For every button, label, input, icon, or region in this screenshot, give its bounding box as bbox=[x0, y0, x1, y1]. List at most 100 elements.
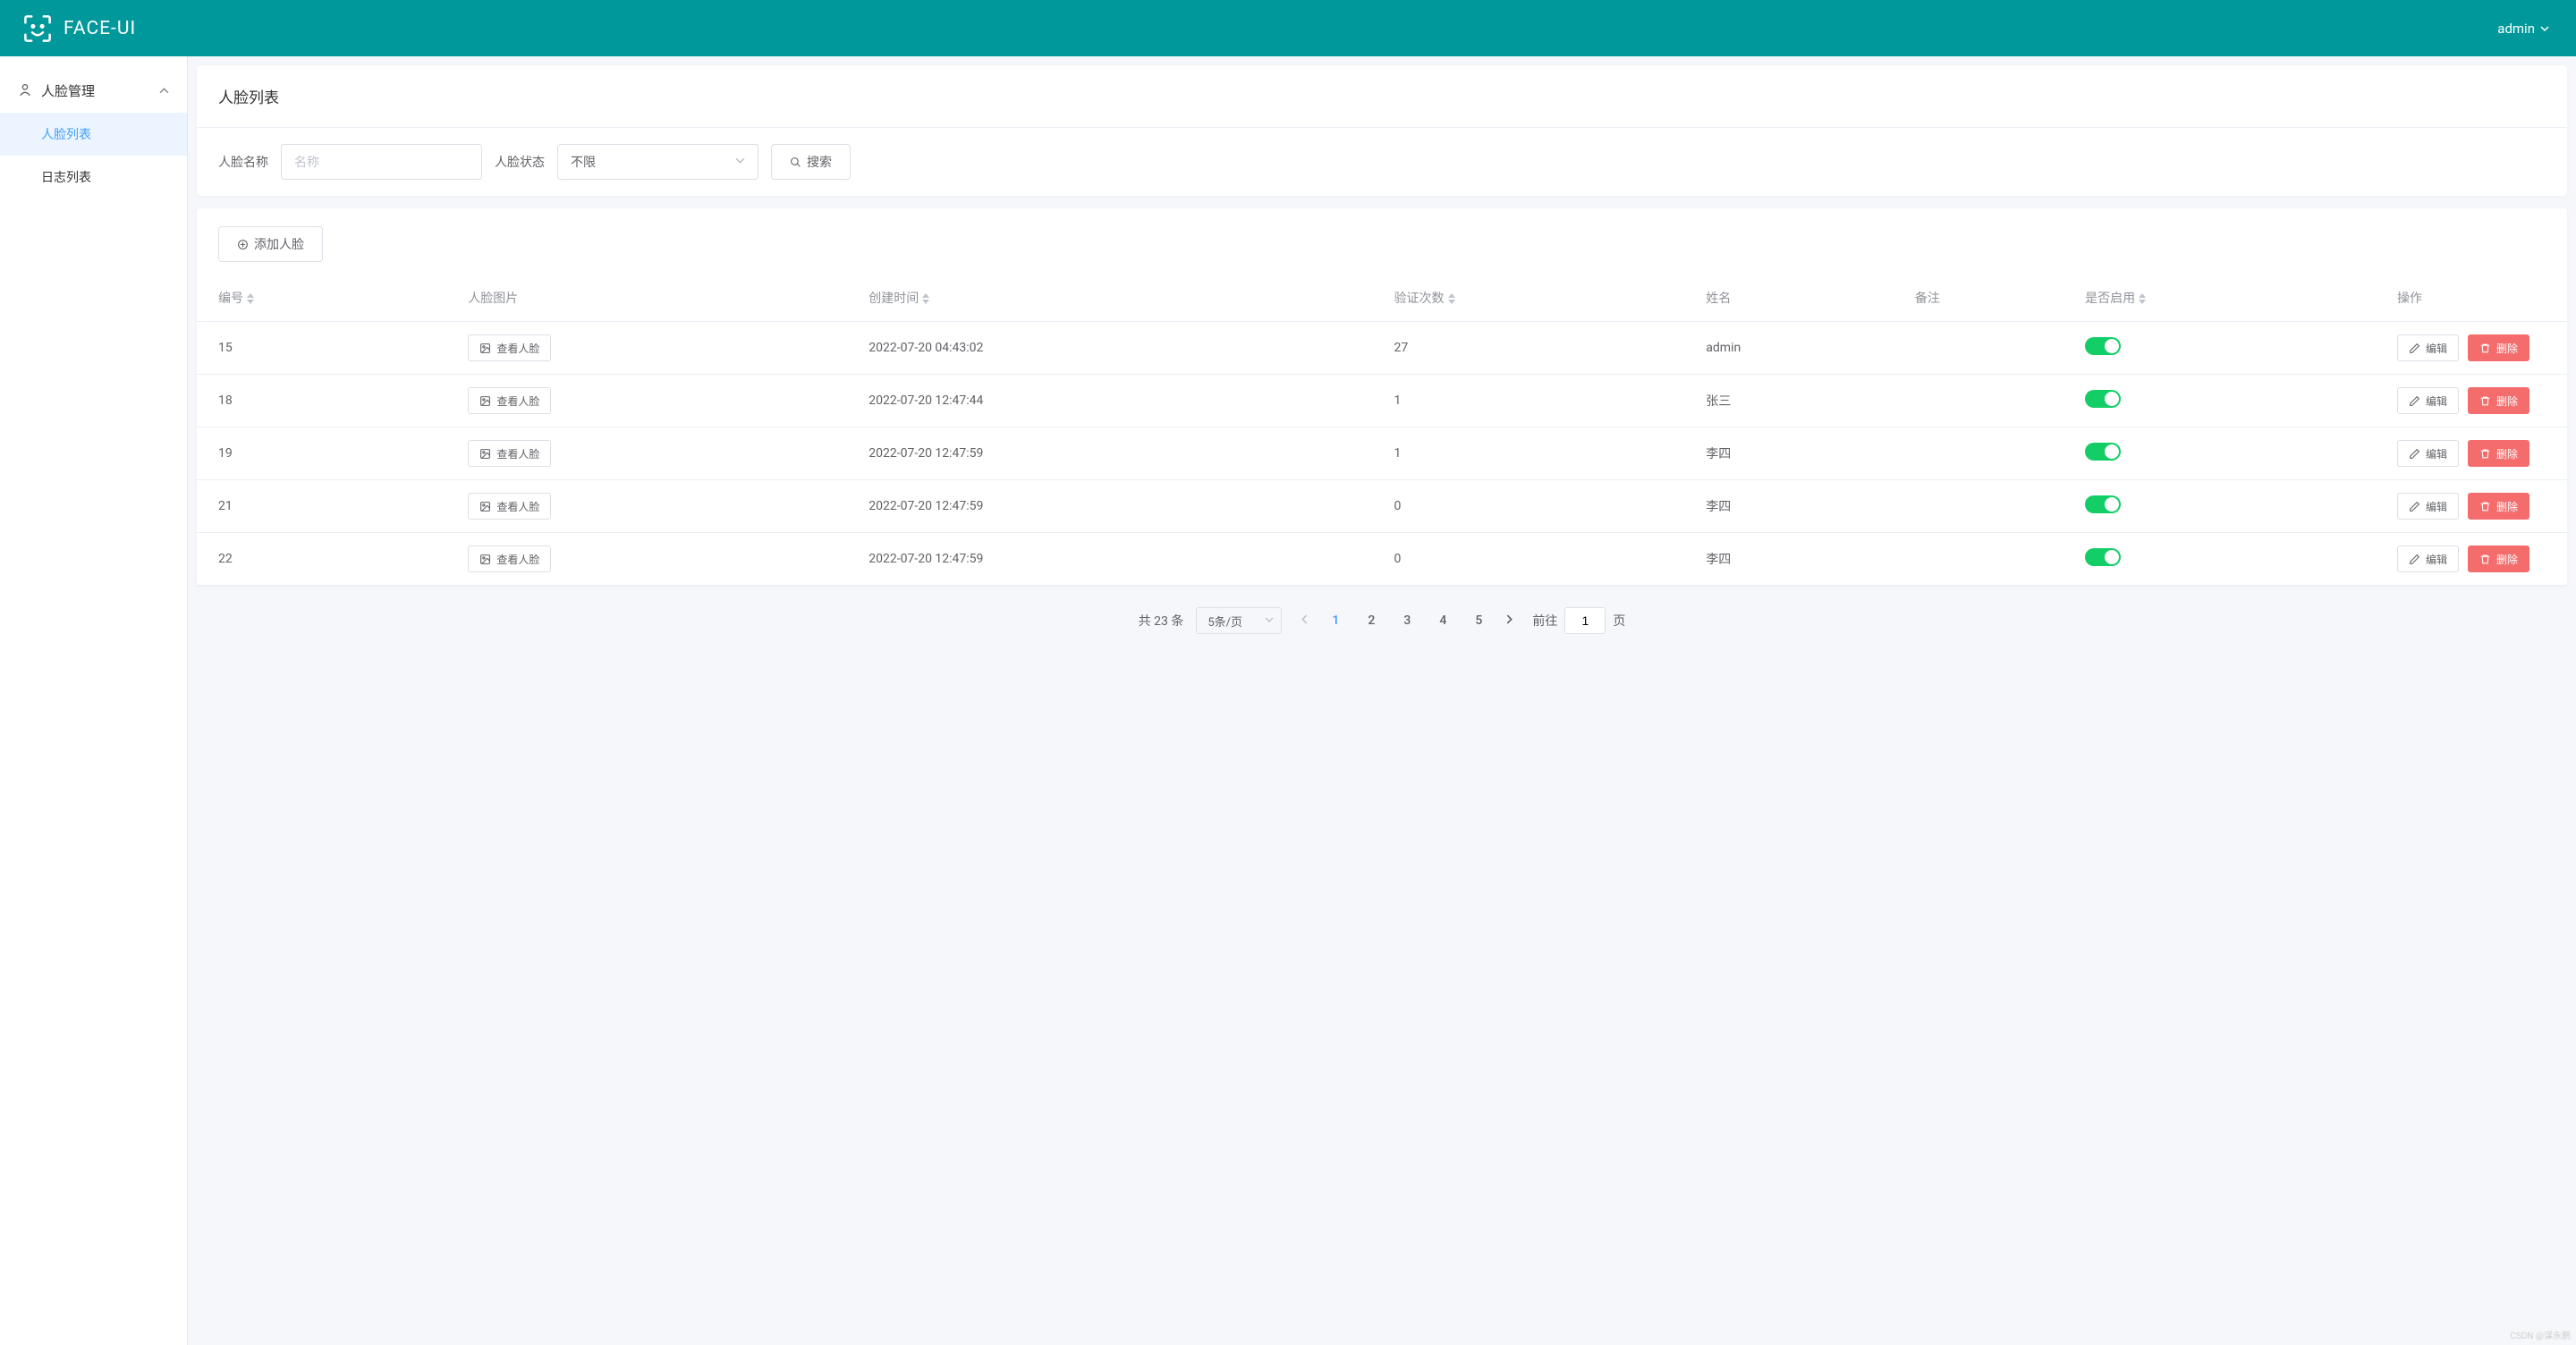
chevron-down-icon bbox=[735, 155, 745, 169]
user-name: admin bbox=[2497, 21, 2535, 37]
sidebar: 人脸管理 人脸列表 日志列表 bbox=[0, 56, 188, 1345]
goto-prefix: 前往 bbox=[1532, 612, 1557, 630]
view-face-button[interactable]: 查看人脸 bbox=[468, 493, 551, 520]
col-name: 姓名 bbox=[1697, 275, 1906, 322]
cell-remark bbox=[1906, 480, 2076, 533]
filter-status-label: 人脸状态 bbox=[495, 153, 545, 171]
cell-created: 2022-07-20 12:47:59 bbox=[860, 427, 1385, 480]
face-logo-icon bbox=[22, 13, 53, 44]
sort-icon bbox=[2139, 293, 2146, 304]
delete-button[interactable]: 删除 bbox=[2468, 440, 2529, 467]
page-number[interactable]: 2 bbox=[1363, 613, 1379, 628]
logo: FACE-UI bbox=[22, 13, 136, 44]
table-panel: 添加人脸 编号 人脸图片 创建时间 验证次数 姓名 备注 是否启用 操作 15 … bbox=[197, 208, 2567, 586]
goto-suffix: 页 bbox=[1613, 612, 1625, 630]
view-face-button[interactable]: 查看人脸 bbox=[468, 546, 551, 572]
page-prev[interactable] bbox=[1294, 613, 1315, 628]
enabled-toggle[interactable] bbox=[2085, 495, 2121, 513]
chevron-up-icon bbox=[159, 83, 169, 99]
page-size-select[interactable]: 5条/页 bbox=[1196, 607, 1282, 634]
col-enabled[interactable]: 是否启用 bbox=[2076, 275, 2388, 322]
cell-id: 21 bbox=[197, 480, 459, 533]
filter-status-select[interactable]: 不限 bbox=[557, 144, 758, 180]
cell-id: 18 bbox=[197, 375, 459, 427]
cell-verify-count: 0 bbox=[1385, 533, 1698, 586]
col-remark: 备注 bbox=[1906, 275, 2076, 322]
delete-button[interactable]: 删除 bbox=[2468, 546, 2529, 572]
search-button[interactable]: 搜索 bbox=[771, 144, 851, 180]
face-table: 编号 人脸图片 创建时间 验证次数 姓名 备注 是否启用 操作 15 查看人脸2… bbox=[197, 275, 2567, 586]
page-number[interactable]: 5 bbox=[1470, 613, 1487, 628]
watermark: CSDN @谋永鹏 bbox=[2510, 1328, 2571, 1341]
goto-input[interactable] bbox=[1564, 607, 1606, 634]
edit-button[interactable]: 编辑 bbox=[2397, 493, 2459, 520]
cell-name: 张三 bbox=[1697, 375, 1906, 427]
table-row: 18 查看人脸 2022-07-20 12:47:441张三 编辑 删除 bbox=[197, 375, 2567, 427]
page-next[interactable] bbox=[1499, 613, 1520, 628]
app-header: FACE-UI admin bbox=[0, 0, 2576, 56]
cell-id: 19 bbox=[197, 427, 459, 480]
sidebar-group-face[interactable]: 人脸管理 bbox=[0, 69, 187, 113]
cell-id: 15 bbox=[197, 322, 459, 375]
sidebar-group-label: 人脸管理 bbox=[41, 81, 95, 100]
cell-name: 李四 bbox=[1697, 480, 1906, 533]
delete-button[interactable]: 删除 bbox=[2468, 334, 2529, 361]
enabled-toggle[interactable] bbox=[2085, 337, 2121, 355]
filter-name-label: 人脸名称 bbox=[218, 153, 268, 171]
filter-name-input[interactable] bbox=[281, 144, 482, 180]
col-id[interactable]: 编号 bbox=[197, 275, 459, 322]
filter-panel: 人脸列表 人脸名称 人脸状态 不限 搜索 bbox=[197, 65, 2567, 196]
cell-remark bbox=[1906, 375, 2076, 427]
enabled-toggle[interactable] bbox=[2085, 390, 2121, 408]
table-row: 21 查看人脸 2022-07-20 12:47:590李四 编辑 删除 bbox=[197, 480, 2567, 533]
view-face-button[interactable]: 查看人脸 bbox=[468, 387, 551, 414]
page-title: 人脸列表 bbox=[197, 65, 2567, 128]
table-row: 19 查看人脸2022-07-20 12:47:591李四 编辑 删除 bbox=[197, 427, 2567, 480]
sort-icon bbox=[922, 293, 929, 304]
app-title: FACE-UI bbox=[64, 18, 136, 39]
cell-created: 2022-07-20 04:43:02 bbox=[860, 322, 1385, 375]
cell-id: 22 bbox=[197, 533, 459, 586]
cell-name: 李四 bbox=[1697, 533, 1906, 586]
edit-button[interactable]: 编辑 bbox=[2397, 334, 2459, 361]
delete-button[interactable]: 删除 bbox=[2468, 387, 2529, 414]
view-face-button[interactable]: 查看人脸 bbox=[468, 334, 551, 361]
cell-verify-count: 0 bbox=[1385, 480, 1698, 533]
col-created[interactable]: 创建时间 bbox=[860, 275, 1385, 322]
pagination-total: 共 23 条 bbox=[1139, 612, 1184, 630]
cell-verify-count: 1 bbox=[1385, 427, 1698, 480]
edit-button[interactable]: 编辑 bbox=[2397, 387, 2459, 414]
user-icon bbox=[18, 82, 32, 100]
page-number[interactable]: 3 bbox=[1399, 613, 1415, 628]
enabled-toggle[interactable] bbox=[2085, 548, 2121, 566]
cell-verify-count: 27 bbox=[1385, 322, 1698, 375]
add-face-button[interactable]: 添加人脸 bbox=[218, 226, 323, 262]
plus-circle-icon bbox=[237, 237, 249, 251]
page-number[interactable]: 4 bbox=[1435, 613, 1451, 628]
chevron-down-icon bbox=[2540, 21, 2549, 37]
chevron-down-icon bbox=[1265, 614, 1274, 628]
cell-created: 2022-07-20 12:47:59 bbox=[860, 533, 1385, 586]
page-number[interactable]: 1 bbox=[1327, 613, 1343, 628]
col-verify[interactable]: 验证次数 bbox=[1385, 275, 1698, 322]
cell-created: 2022-07-20 12:47:59 bbox=[860, 480, 1385, 533]
sort-icon bbox=[1448, 293, 1455, 304]
view-face-button[interactable]: 查看人脸 bbox=[468, 440, 551, 467]
col-ops: 操作 bbox=[2388, 275, 2567, 322]
edit-button[interactable]: 编辑 bbox=[2397, 546, 2459, 572]
sidebar-item-log-list[interactable]: 日志列表 bbox=[0, 156, 187, 199]
sort-icon bbox=[247, 293, 254, 304]
table-row: 15 查看人脸2022-07-20 04:43:0227admin 编辑 删除 bbox=[197, 322, 2567, 375]
cell-remark bbox=[1906, 533, 2076, 586]
user-menu[interactable]: admin bbox=[2497, 21, 2549, 37]
enabled-toggle[interactable] bbox=[2085, 443, 2121, 461]
table-row: 22 查看人脸 2022-07-20 12:47:590李四 编辑 删除 bbox=[197, 533, 2567, 586]
delete-button[interactable]: 删除 bbox=[2468, 493, 2529, 520]
cell-remark bbox=[1906, 427, 2076, 480]
edit-button[interactable]: 编辑 bbox=[2397, 440, 2459, 467]
sidebar-item-face-list[interactable]: 人脸列表 bbox=[0, 113, 187, 156]
main-content: 人脸列表 人脸名称 人脸状态 不限 搜索 bbox=[188, 56, 2576, 1345]
search-icon bbox=[790, 155, 801, 169]
cell-verify-count: 1 bbox=[1385, 375, 1698, 427]
cell-created: 2022-07-20 12:47:44 bbox=[860, 375, 1385, 427]
